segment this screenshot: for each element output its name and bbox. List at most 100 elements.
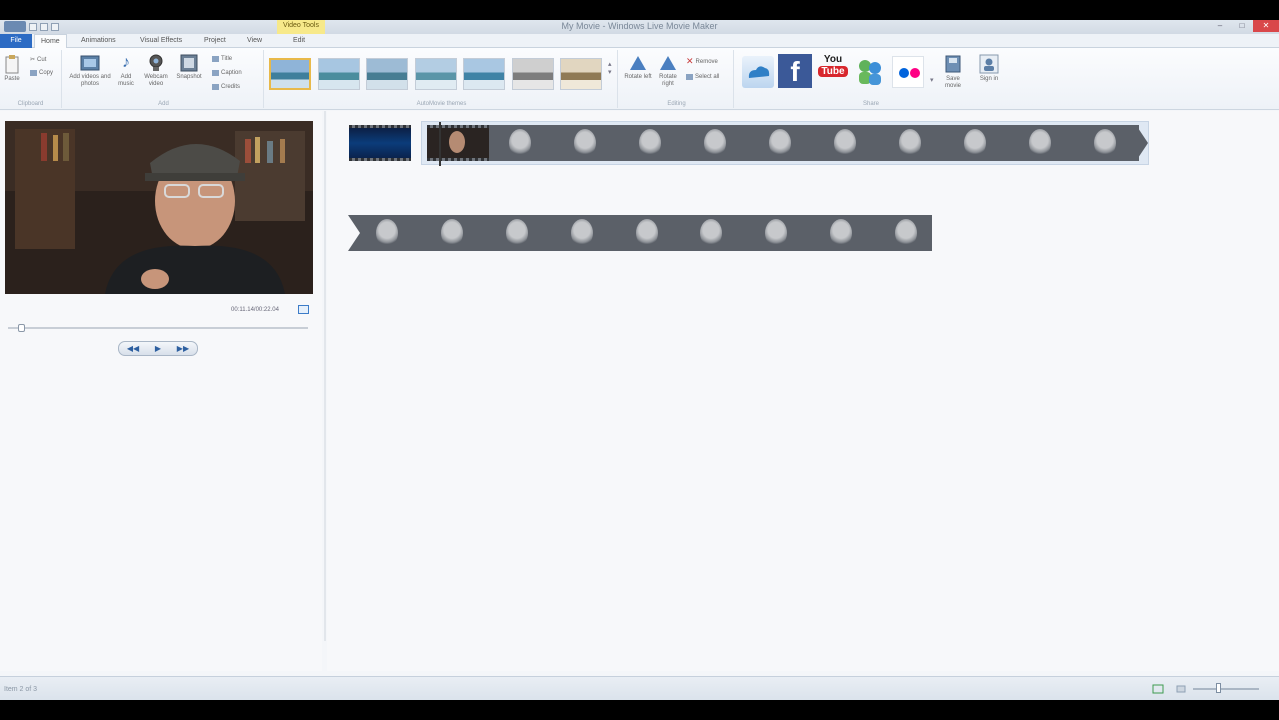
item-count: Item 2 of 3	[4, 686, 38, 693]
clipboard-group: Paste ✂ Cut Copy Clipboard	[0, 50, 62, 108]
select-all-button[interactable]: Select all	[686, 74, 719, 80]
window-title: My Movie - Windows Live Movie Maker	[561, 21, 718, 31]
tab-file[interactable]: File	[0, 34, 32, 48]
redo-icon[interactable]	[51, 22, 59, 31]
ribbon: Paste ✂ Cut Copy Clipboard Add videos and…	[0, 48, 1279, 110]
tab-view[interactable]: View	[241, 34, 268, 48]
copy-button[interactable]: Copy	[30, 70, 53, 76]
save-movie-button[interactable]: Save movie	[938, 54, 968, 90]
clip-intro[interactable]	[349, 125, 411, 161]
waveform-face-pattern	[509, 129, 531, 157]
caption-icon	[212, 70, 219, 76]
ribbon-tabs: File Home Animations Visual Effects Proj…	[0, 34, 1279, 48]
undo-icon[interactable]	[40, 22, 48, 31]
flickr-dots-icon	[899, 68, 920, 78]
copy-icon	[30, 70, 37, 76]
storyboard-view-icon[interactable]	[1152, 684, 1164, 694]
zoom-slider-thumb[interactable]	[1216, 683, 1221, 693]
clip-webcam[interactable]	[427, 125, 489, 161]
app-menu-icon[interactable]	[4, 21, 26, 32]
theme-black-white[interactable]	[512, 58, 554, 90]
film-perforation	[427, 125, 489, 128]
minimize-button[interactable]: –	[1209, 20, 1231, 32]
add-videos-photos-button[interactable]: Add videos and photos	[68, 54, 112, 88]
add-music-button[interactable]: ♪ Add music	[114, 54, 138, 88]
skydrive-icon[interactable]	[742, 56, 774, 88]
tab-home[interactable]: Home	[34, 34, 67, 48]
save-icon[interactable]	[29, 22, 37, 31]
letterbox-bottom	[0, 700, 1279, 720]
next-frame-button[interactable]: ▶▶	[177, 344, 189, 353]
waveform-face-pattern	[440, 219, 463, 247]
people-icon	[859, 60, 881, 85]
caption-button[interactable]: Caption	[212, 70, 242, 76]
group-label: Editing	[667, 101, 686, 107]
group-label: AutoMovie themes	[416, 101, 467, 107]
theme-sepia[interactable]	[560, 58, 602, 90]
theme-cinematic[interactable]	[463, 58, 505, 90]
storyboard	[327, 111, 1279, 671]
cut-button[interactable]: ✂ Cut	[30, 56, 46, 64]
theme-fade[interactable]	[366, 58, 408, 90]
theme-contemporary[interactable]	[318, 58, 360, 90]
previous-frame-button[interactable]: ◀◀	[127, 344, 139, 353]
rotate-right-button[interactable]: Rotate right	[654, 54, 682, 88]
webcam-icon	[149, 54, 163, 71]
waveform-face-pattern	[574, 129, 596, 157]
rotate-left-button[interactable]: Rotate left	[624, 54, 652, 81]
waveform-face-pattern	[830, 219, 853, 247]
credits-button[interactable]: Credits	[212, 84, 240, 90]
timecode-display: 00:11.14/00:22.04	[231, 307, 279, 313]
automovie-themes-group: ▴ ▾ AutoMovie themes	[266, 50, 618, 108]
fullscreen-preview-button[interactable]	[298, 305, 309, 314]
group-label: Add	[158, 101, 169, 107]
share-group: f You Tube ▾ Save movie Sign in Share	[736, 50, 1006, 108]
webcam-video-button[interactable]: Webcam video	[142, 54, 170, 88]
select-all-icon	[686, 74, 693, 80]
snapshot-button[interactable]: Snapshot	[174, 54, 204, 81]
flickr-icon[interactable]	[892, 56, 924, 88]
theme-pan-zoom[interactable]	[415, 58, 457, 90]
music-clip-strip[interactable]	[348, 215, 932, 251]
title-button[interactable]: Title	[212, 56, 232, 62]
play-button[interactable]: ▶	[155, 344, 161, 353]
tab-edit[interactable]: Edit	[287, 34, 311, 48]
facebook-icon[interactable]: f	[778, 54, 812, 88]
paste-button[interactable]: Paste	[2, 54, 22, 83]
tab-animations[interactable]: Animations	[75, 34, 122, 48]
quick-access-toolbar	[4, 21, 59, 32]
thumbnail-size-icon[interactable]	[1175, 684, 1187, 694]
youtube-icon[interactable]: You Tube	[818, 54, 848, 88]
rotate-right-icon	[660, 56, 676, 70]
add-group: Add videos and photos ♪ Add music Webcam…	[64, 50, 264, 108]
sign-in-button[interactable]: Sign in	[976, 54, 1002, 83]
video-preview[interactable]	[5, 121, 313, 294]
save-movie-icon	[945, 55, 961, 73]
waveform-face-pattern	[505, 219, 528, 247]
theme-default[interactable]	[269, 58, 311, 90]
zoom-slider[interactable]	[1193, 688, 1259, 690]
messenger-icon[interactable]	[854, 56, 886, 88]
paste-icon	[5, 55, 19, 74]
gallery-scroll-icon[interactable]: ▴ ▾	[608, 60, 612, 76]
waveform-face-pattern	[834, 129, 856, 157]
status-bar: Item 2 of 3	[0, 676, 1279, 700]
remove-button[interactable]: ✕ Remove	[686, 56, 718, 67]
tab-visual-effects[interactable]: Visual Effects	[134, 34, 188, 48]
waveform-face-pattern	[376, 219, 398, 247]
seek-bar[interactable]	[8, 327, 308, 329]
waveform-face-pattern	[964, 129, 986, 157]
seek-thumb[interactable]	[18, 324, 25, 332]
audio-waveform-strip[interactable]	[489, 125, 1139, 161]
pane-splitter[interactable]	[324, 111, 326, 641]
close-button[interactable]: ✕	[1253, 20, 1279, 32]
maximize-button[interactable]: □	[1231, 20, 1253, 32]
waveform-face-pattern	[895, 219, 918, 247]
playhead[interactable]	[439, 122, 441, 166]
waveform-face-pattern	[700, 219, 723, 247]
remove-icon: ✕	[686, 56, 694, 66]
tab-project[interactable]: Project	[198, 34, 232, 48]
share-more-icon[interactable]: ▾	[930, 76, 934, 84]
clip-end-arrow	[1136, 125, 1148, 161]
selected-clip-track[interactable]	[421, 121, 1149, 166]
